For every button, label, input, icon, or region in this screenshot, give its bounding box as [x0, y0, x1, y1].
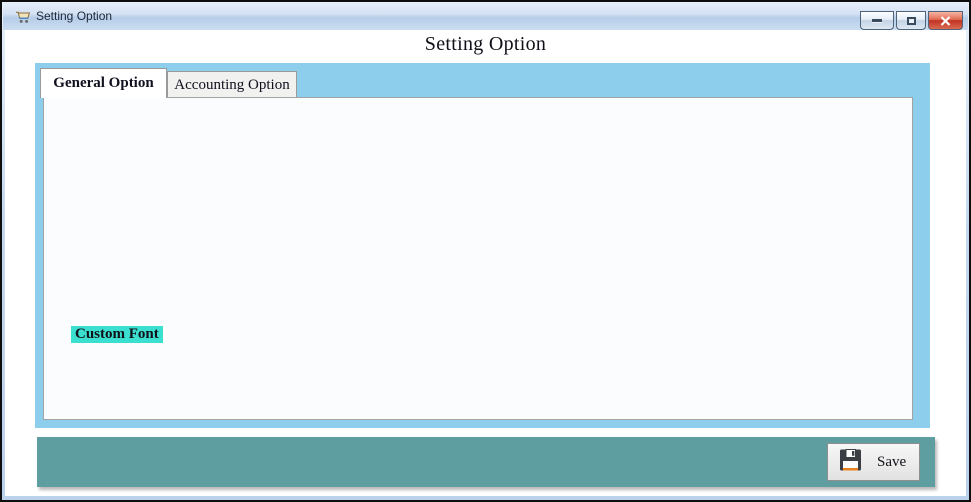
maximize-button[interactable] [896, 11, 926, 30]
setting-option-window: Setting Option Setting Option General Op… [0, 0, 971, 502]
page-title: Setting Option [0, 33, 971, 56]
tab-accounting-option[interactable]: Accounting Option [167, 71, 297, 98]
minimize-icon [872, 19, 882, 22]
minimize-button[interactable] [860, 11, 894, 30]
footer-bar [37, 437, 935, 487]
save-button-label: Save [877, 454, 906, 471]
tab-control: General Option Accounting Option [35, 63, 930, 428]
titlebar[interactable]: Setting Option [3, 3, 968, 30]
maximize-icon [907, 17, 916, 25]
general-option-panel [43, 97, 913, 420]
close-button[interactable] [928, 11, 963, 30]
window-title: Setting Option [36, 9, 112, 23]
floppy-disk-icon [839, 448, 862, 477]
tab-general-option[interactable]: General Option [40, 68, 167, 98]
shopping-cart-icon [15, 8, 32, 25]
save-button[interactable]: Save [827, 443, 920, 481]
close-icon [940, 16, 951, 26]
custom-font-group-legend: Custom Font [71, 326, 163, 343]
